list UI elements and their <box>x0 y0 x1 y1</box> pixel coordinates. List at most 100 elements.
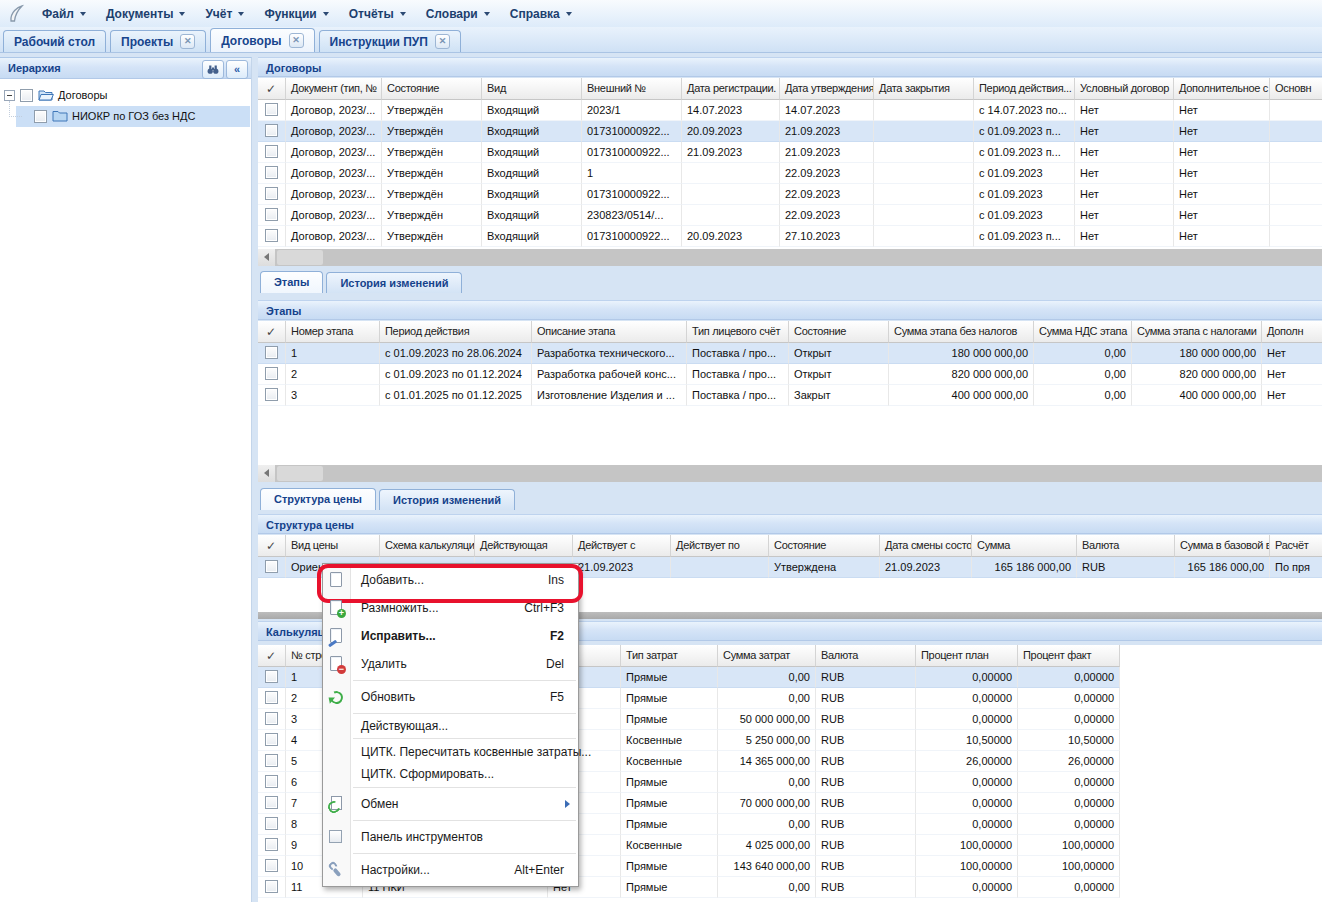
column-header[interactable]: Дата утверждения <box>780 78 874 100</box>
column-header[interactable]: Вид <box>482 78 582 100</box>
table-row[interactable]: Договор, 2023/...УтверждёнВходящий2023/1… <box>258 100 1322 121</box>
table-row[interactable]: Договор, 2023/...УтверждёнВходящий230823… <box>258 205 1322 226</box>
row-checkbox[interactable] <box>265 796 278 809</box>
column-header[interactable]: Описание этапа <box>532 321 687 343</box>
section-tab[interactable]: Этапы <box>260 271 323 293</box>
column-header[interactable]: Дата закрытия <box>874 78 974 100</box>
column-header[interactable]: Тип лицевого счёт <box>687 321 789 343</box>
row-checkbox[interactable] <box>265 754 278 767</box>
context-menu-item[interactable]: Добавить... Ins <box>323 566 578 594</box>
scroll-thumb[interactable] <box>277 250 323 265</box>
row-checkbox[interactable] <box>265 880 278 893</box>
column-header[interactable]: Сумма <box>972 535 1077 557</box>
row-checkbox[interactable] <box>265 346 278 359</box>
context-menu-item[interactable]: ЦИТК. Сформировать... <box>323 763 578 785</box>
column-header[interactable]: Процент план <box>916 645 1018 667</box>
table-row[interactable]: 2с 01.09.2023 по 01.12.2024Разработка ра… <box>258 364 1322 385</box>
row-checkbox[interactable] <box>265 838 278 851</box>
tree-node-child[interactable]: НИОКР по ГОЗ без НДС <box>0 106 251 127</box>
column-header[interactable]: Период действия... <box>974 78 1075 100</box>
scroll-left-button[interactable] <box>258 249 275 266</box>
column-header[interactable]: Сумма этапа с налогами <box>1132 321 1262 343</box>
tree-collapse-icon[interactable] <box>4 90 15 101</box>
table-row[interactable]: 3с 01.01.2025 по 01.12.2025Изготовление … <box>258 385 1322 406</box>
column-header[interactable]: Условный договор <box>1075 78 1174 100</box>
scroll-thumb[interactable] <box>277 466 323 481</box>
column-header[interactable]: Состояние <box>769 535 880 557</box>
select-all-header[interactable]: ✓ <box>258 321 286 343</box>
column-header[interactable]: Состояние <box>789 321 889 343</box>
tab-close-icon[interactable]: ✕ <box>289 33 304 48</box>
table-row[interactable]: Договор, 2023/...УтверждёнВходящий017310… <box>258 226 1322 247</box>
column-header[interactable]: Дополн <box>1262 321 1322 343</box>
main-tab[interactable]: Договоры ✕ <box>210 28 314 52</box>
tab-close-icon[interactable]: ✕ <box>435 34 450 49</box>
column-header[interactable]: Внешний № <box>582 78 682 100</box>
context-menu-item[interactable]: ЦИТК. Пересчитать косвенные затраты... <box>323 741 578 763</box>
menu-item[interactable]: Словари <box>416 0 500 27</box>
row-checkbox[interactable] <box>265 166 278 179</box>
row-checkbox[interactable] <box>265 859 278 872</box>
menu-item[interactable]: Отчёты <box>339 0 416 27</box>
column-header[interactable]: Дата смены состоя <box>880 535 972 557</box>
row-checkbox[interactable] <box>265 733 278 746</box>
column-header[interactable]: Действующая <box>475 535 573 557</box>
hierarchy-search-button[interactable] <box>202 60 224 79</box>
menu-item[interactable]: Учёт <box>195 0 254 27</box>
row-checkbox[interactable] <box>265 145 278 158</box>
select-all-header[interactable]: ✓ <box>258 78 286 100</box>
column-header[interactable]: Схема калькуляци <box>380 535 475 557</box>
row-checkbox[interactable] <box>265 691 278 704</box>
context-menu-item[interactable]: Действующая... <box>323 716 578 736</box>
select-all-header[interactable]: ✓ <box>258 645 286 667</box>
menu-item[interactable]: Функции <box>254 0 338 27</box>
column-header[interactable]: Тип затрат <box>621 645 718 667</box>
column-header[interactable]: Дополнительное с <box>1174 78 1270 100</box>
row-checkbox[interactable] <box>265 229 278 242</box>
menu-item[interactable]: Справка <box>500 0 582 27</box>
table-row[interactable]: Договор, 2023/...УтверждёнВходящий122.09… <box>258 163 1322 184</box>
column-header[interactable]: Документ (тип, № <box>286 78 382 100</box>
tab-close-icon[interactable]: ✕ <box>180 34 195 49</box>
column-header[interactable]: Расчёт <box>1270 535 1322 557</box>
context-menu-item[interactable]: Размножить... Ctrl+F3 <box>323 594 578 622</box>
tree-node-root[interactable]: Договоры <box>0 85 251 106</box>
column-header[interactable]: Вид цены <box>286 535 380 557</box>
collapse-panel-button[interactable]: « <box>226 60 248 79</box>
section-tab[interactable]: История изменений <box>326 272 462 293</box>
column-header[interactable]: Дата регистрации. <box>682 78 780 100</box>
column-header[interactable]: Сумма НДС этапа <box>1034 321 1132 343</box>
column-header[interactable]: Валюта <box>816 645 916 667</box>
column-header[interactable]: Сумма в базовой в <box>1175 535 1270 557</box>
row-checkbox[interactable] <box>265 712 278 725</box>
column-header[interactable]: Валюта <box>1077 535 1175 557</box>
column-header[interactable]: Действует с <box>573 535 671 557</box>
row-checkbox[interactable] <box>265 560 278 573</box>
row-checkbox[interactable] <box>265 817 278 830</box>
context-menu-item[interactable]: Обновить F5 <box>323 683 578 711</box>
stages-hscrollbar[interactable] <box>258 465 1322 482</box>
row-checkbox[interactable] <box>265 208 278 221</box>
table-row[interactable]: Договор, 2023/...УтверждёнВходящий017310… <box>258 121 1322 142</box>
row-checkbox[interactable] <box>265 388 278 401</box>
row-checkbox[interactable] <box>265 103 278 116</box>
column-header[interactable]: Номер этапа <box>286 321 380 343</box>
column-header[interactable]: Состояние <box>382 78 482 100</box>
table-row[interactable]: Договор, 2023/...УтверждёнВходящий017310… <box>258 184 1322 205</box>
tree-node-checkbox[interactable] <box>34 110 47 123</box>
column-header[interactable]: Действует по <box>671 535 769 557</box>
context-menu-item[interactable]: Удалить Del <box>323 650 578 678</box>
context-menu-item[interactable]: Настройки... Alt+Enter <box>323 856 578 884</box>
row-checkbox[interactable] <box>265 775 278 788</box>
select-all-header[interactable]: ✓ <box>258 535 286 557</box>
row-checkbox[interactable] <box>265 670 278 683</box>
column-header[interactable]: Сумма затрат <box>718 645 816 667</box>
main-tab[interactable]: Проекты ✕ <box>110 30 206 52</box>
main-tab[interactable]: Инструкции ПУП ✕ <box>319 30 461 52</box>
column-header[interactable]: Период действия <box>380 321 532 343</box>
row-checkbox[interactable] <box>265 367 278 380</box>
column-header[interactable]: Основн <box>1270 78 1322 100</box>
menu-item[interactable]: Документы <box>96 0 195 27</box>
main-tab[interactable]: Рабочий стол <box>3 30 106 52</box>
column-header[interactable]: Процент факт <box>1018 645 1120 667</box>
